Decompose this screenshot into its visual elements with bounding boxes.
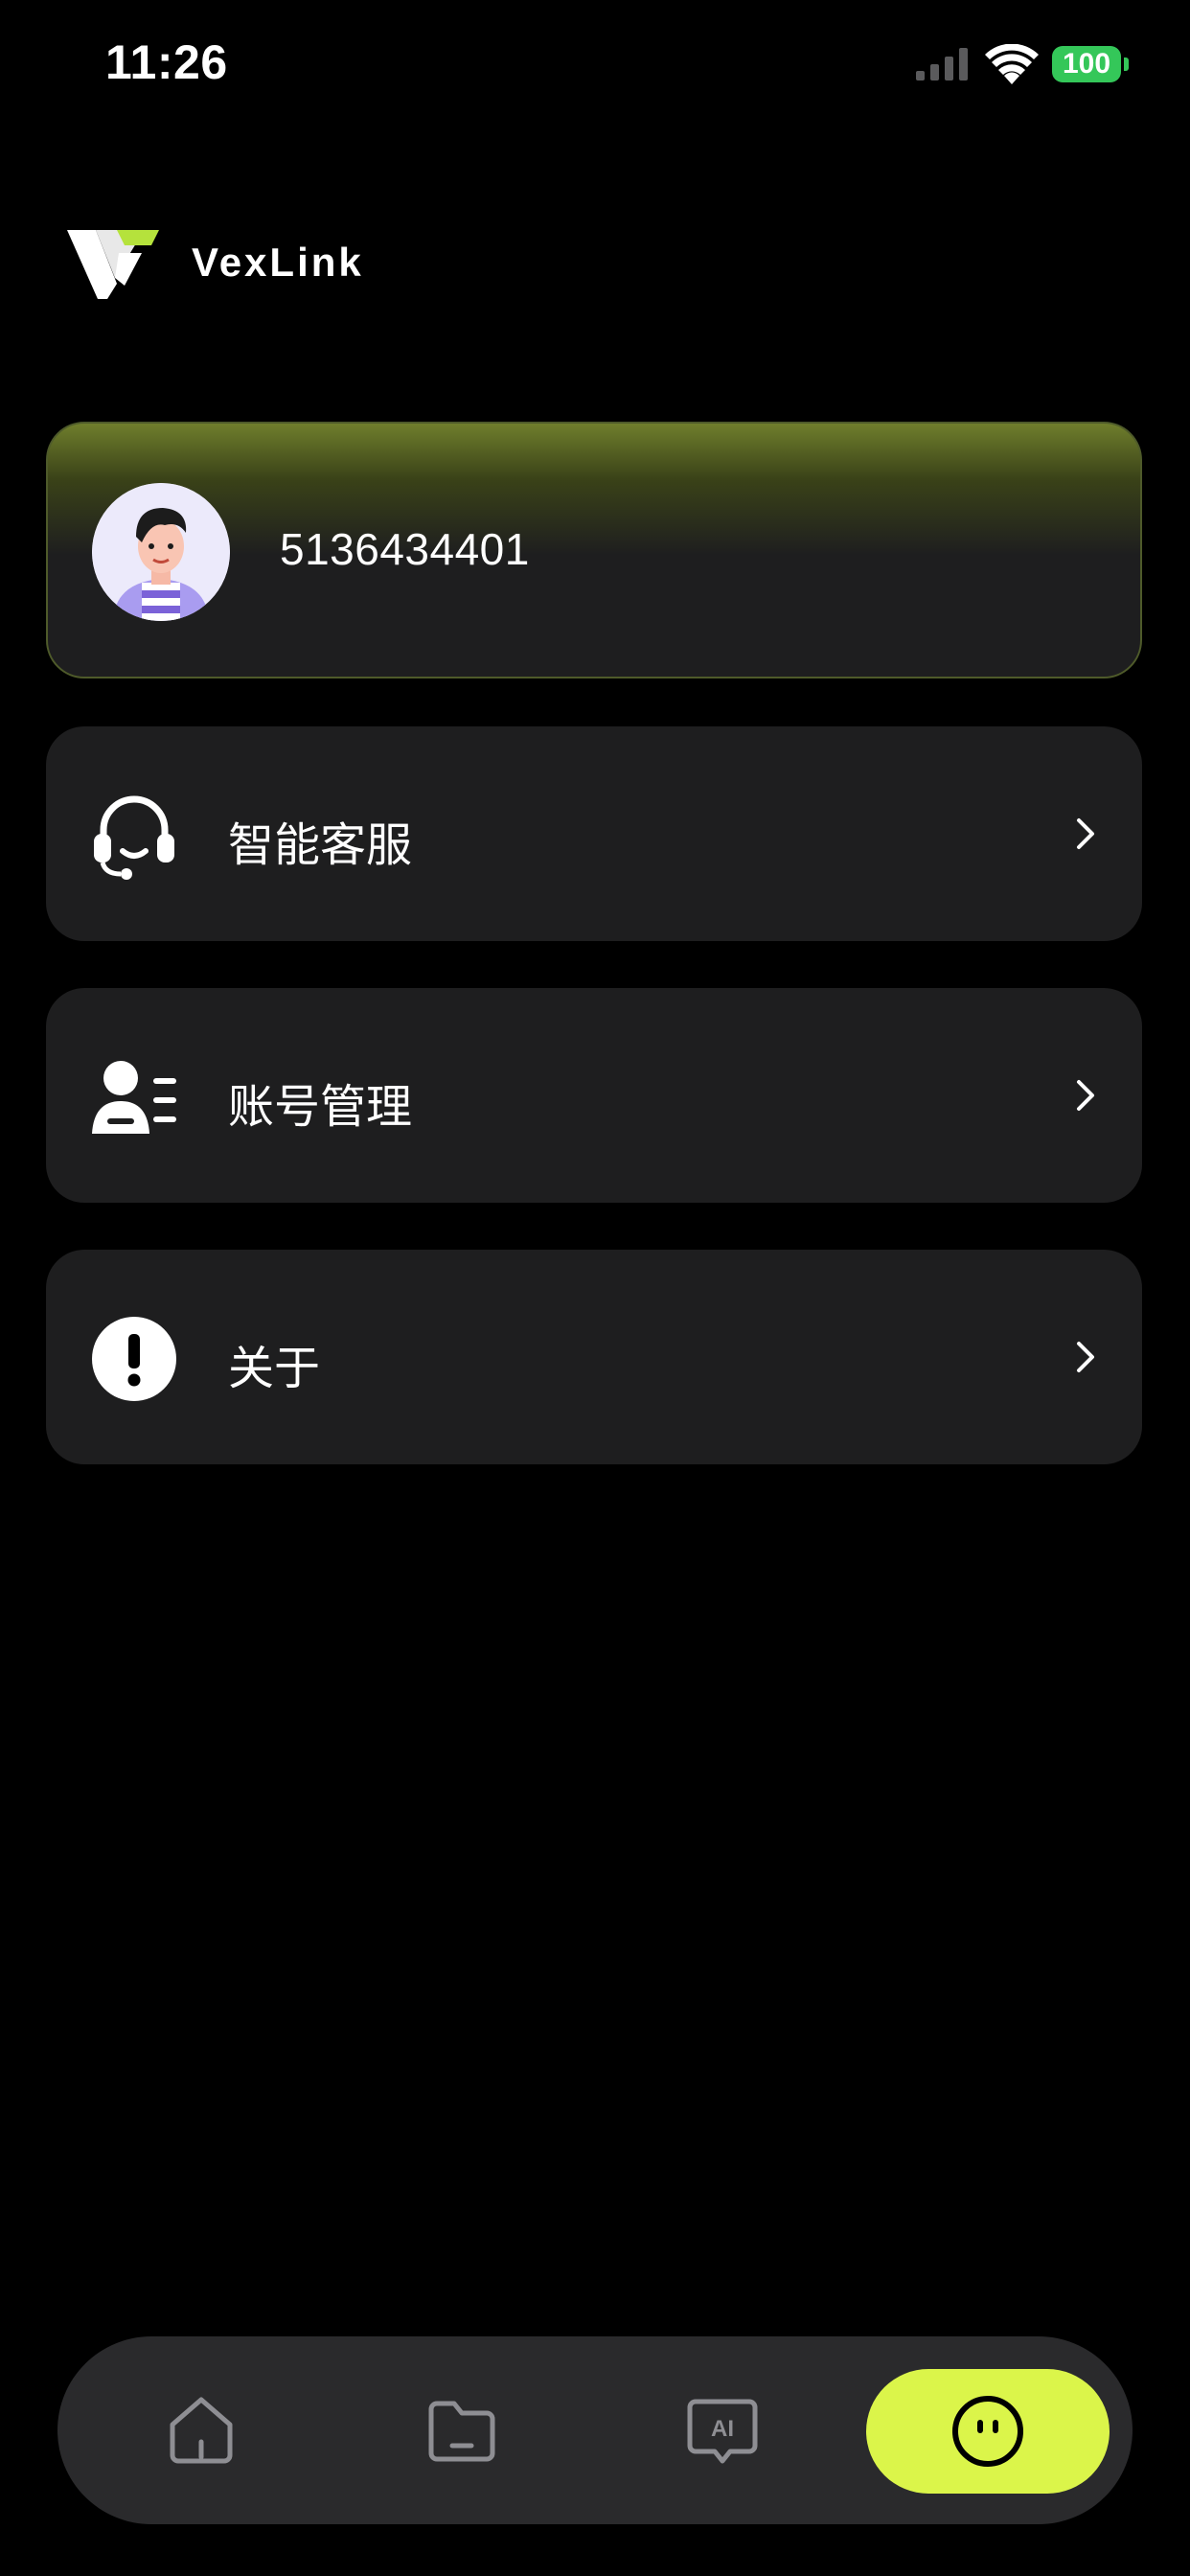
battery-level: 100 [1052, 46, 1121, 82]
cellular-signal-icon [916, 48, 968, 80]
home-icon [170, 2397, 233, 2464]
tab-files[interactable] [404, 2373, 519, 2488]
tab-home[interactable] [144, 2373, 259, 2488]
chevron-right-icon [1077, 1080, 1094, 1111]
battery-icon: 100 [1052, 46, 1129, 82]
chevron-right-icon [1077, 1342, 1094, 1372]
menu-item-about[interactable]: 关于 [46, 1250, 1142, 1464]
chevron-right-icon [1077, 818, 1094, 849]
avatar-illustration-icon [92, 483, 230, 621]
menu-item-label: 关于 [228, 1342, 321, 1395]
account-manage-icon [92, 1061, 176, 1134]
status-bar: 11:26 100 [0, 0, 1190, 134]
wifi-icon [985, 44, 1039, 84]
profile-card[interactable]: 5136434401 [46, 422, 1142, 678]
ai-chat-icon: AI [687, 2399, 758, 2464]
menu-item-customer-service[interactable]: 智能客服 [46, 726, 1142, 941]
tab-ai-chat[interactable]: AI [665, 2373, 780, 2488]
app-logo: VexLink [67, 226, 431, 299]
bottom-tab-bar: AI [57, 2336, 1133, 2524]
menu-item-label: 账号管理 [228, 1080, 413, 1134]
menu-item-label: 智能客服 [228, 818, 413, 872]
vexlink-logo-icon [67, 230, 159, 299]
headset-icon [94, 795, 174, 880]
info-exclamation-icon [92, 1317, 176, 1401]
svg-text:AI: AI [711, 2416, 734, 2442]
battery-cap [1124, 58, 1129, 71]
folder-icon [428, 2401, 495, 2462]
menu-item-account-management[interactable]: 账号管理 [46, 988, 1142, 1203]
tab-profile[interactable] [866, 2369, 1110, 2494]
app-name: VexLink [192, 240, 364, 285]
user-id: 5136434401 [280, 524, 530, 574]
face-icon [952, 2396, 1023, 2467]
user-avatar[interactable] [92, 483, 230, 621]
status-time: 11:26 [105, 35, 228, 89]
